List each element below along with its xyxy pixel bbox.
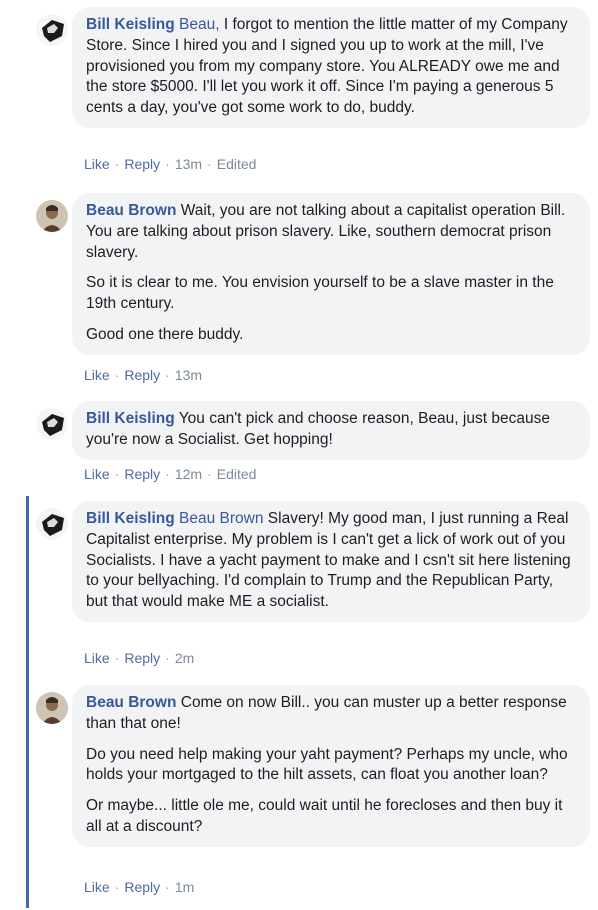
comment: Bill Keisling Beau, I forgot to mention … [36,4,596,184]
comment-text: Good one there buddy. [86,325,244,343]
like-link[interactable]: Like [84,879,110,895]
comment-author[interactable]: Bill Keisling [86,510,175,527]
comment: Beau Brown Come on now Bill.. you can mu… [36,682,596,908]
comment-actions: Like · Reply · 2m [84,650,195,666]
avatar-beau-brown[interactable] [36,692,68,724]
reply-link[interactable]: Reply [124,156,160,172]
avatar-bill-keisling[interactable] [36,14,68,46]
comment-author[interactable]: Beau Brown [86,694,176,711]
comment-text: So it is clear to me. You envision yours… [86,274,554,313]
edited-label[interactable]: Edited [217,466,257,482]
comment: Bill Keisling Beau Brown Slavery! My goo… [36,498,596,678]
comment-bubble: Beau Brown Come on now Bill.. you can mu… [72,685,590,847]
reply-thread-line [26,496,29,908]
comment-mention[interactable]: Beau, [179,16,220,33]
reply-link[interactable]: Reply [124,367,160,383]
reply-link[interactable]: Reply [124,650,160,666]
comment-actions: Like · Reply · 13m [84,367,203,383]
like-link[interactable]: Like [84,466,110,482]
comment-actions: Like · Reply · 13m · Edited [84,156,257,172]
comment-text: Or maybe... little ole me, could wait un… [86,797,563,835]
comment-author[interactable]: Bill Keisling [86,410,175,427]
comment-time[interactable]: 2m [175,650,194,666]
comment-author[interactable]: Bill Keisling [86,16,175,33]
comment-bubble: Beau Brown Wait, you are not talking abo… [72,193,590,355]
reply-link[interactable]: Reply [124,879,160,895]
avatar-bill-keisling[interactable] [36,508,68,540]
comment: Beau Brown Wait, you are not talking abo… [36,190,596,390]
avatar-beau-brown[interactable] [36,200,68,232]
comment-text: Do you need help making your yaht paymen… [86,745,568,784]
comment: Bill Keisling You can't pick and choose … [36,398,596,490]
comment-time[interactable]: 13m [175,156,202,172]
reply-link[interactable]: Reply [124,466,160,482]
comment-author[interactable]: Beau Brown [86,202,176,219]
edited-label[interactable]: Edited [217,156,257,172]
comment-time[interactable]: 12m [175,466,202,482]
comment-actions: Like · Reply · 12m · Edited [84,466,257,482]
comment-actions: Like · Reply · 1m [84,879,195,895]
comment-time[interactable]: 13m [175,367,202,383]
like-link[interactable]: Like [84,156,110,172]
avatar-bill-keisling[interactable] [36,408,68,440]
like-link[interactable]: Like [84,367,110,383]
comment-mention[interactable]: Beau Brown [179,510,263,527]
comment-time[interactable]: 1m [175,879,194,895]
comment-bubble: Bill Keisling You can't pick and choose … [72,401,590,460]
comment-bubble: Bill Keisling Beau Brown Slavery! My goo… [72,501,590,622]
comment-bubble: Bill Keisling Beau, I forgot to mention … [72,7,590,128]
like-link[interactable]: Like [84,650,110,666]
